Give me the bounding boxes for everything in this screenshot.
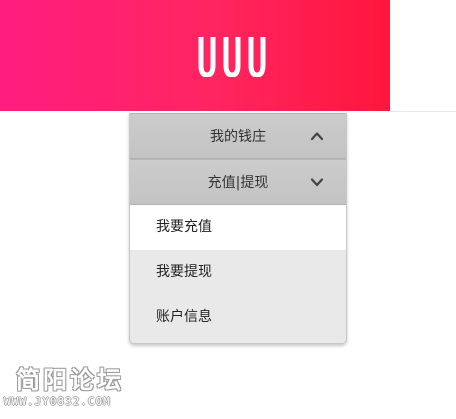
menu-section-deposit-withdraw[interactable]: 充值|提现 <box>130 159 346 205</box>
menu-item-withdraw[interactable]: 我要提现 <box>130 250 346 295</box>
watermark-site-name: 简阳论坛 <box>16 365 124 394</box>
account-dropdown-menu: 我的钱庄 充值|提现 我要充值 我要提现 账户信息 <box>129 113 347 344</box>
menu-section-label: 我的钱庄 <box>210 129 266 145</box>
menu-item-deposit[interactable]: 我要充值 <box>130 205 346 250</box>
header-divider <box>390 111 456 112</box>
chevron-down-icon <box>310 175 324 189</box>
menu-section-label: 充值|提现 <box>207 175 269 191</box>
menu-section-my-bank[interactable]: 我的钱庄 <box>130 113 346 159</box>
app-header <box>0 0 390 111</box>
chevron-up-icon <box>310 129 324 143</box>
menu-item-account-info[interactable]: 账户信息 <box>130 295 346 340</box>
watermark-url: WWW.JY0832.COM <box>4 395 111 408</box>
uuu-logo <box>197 37 269 77</box>
